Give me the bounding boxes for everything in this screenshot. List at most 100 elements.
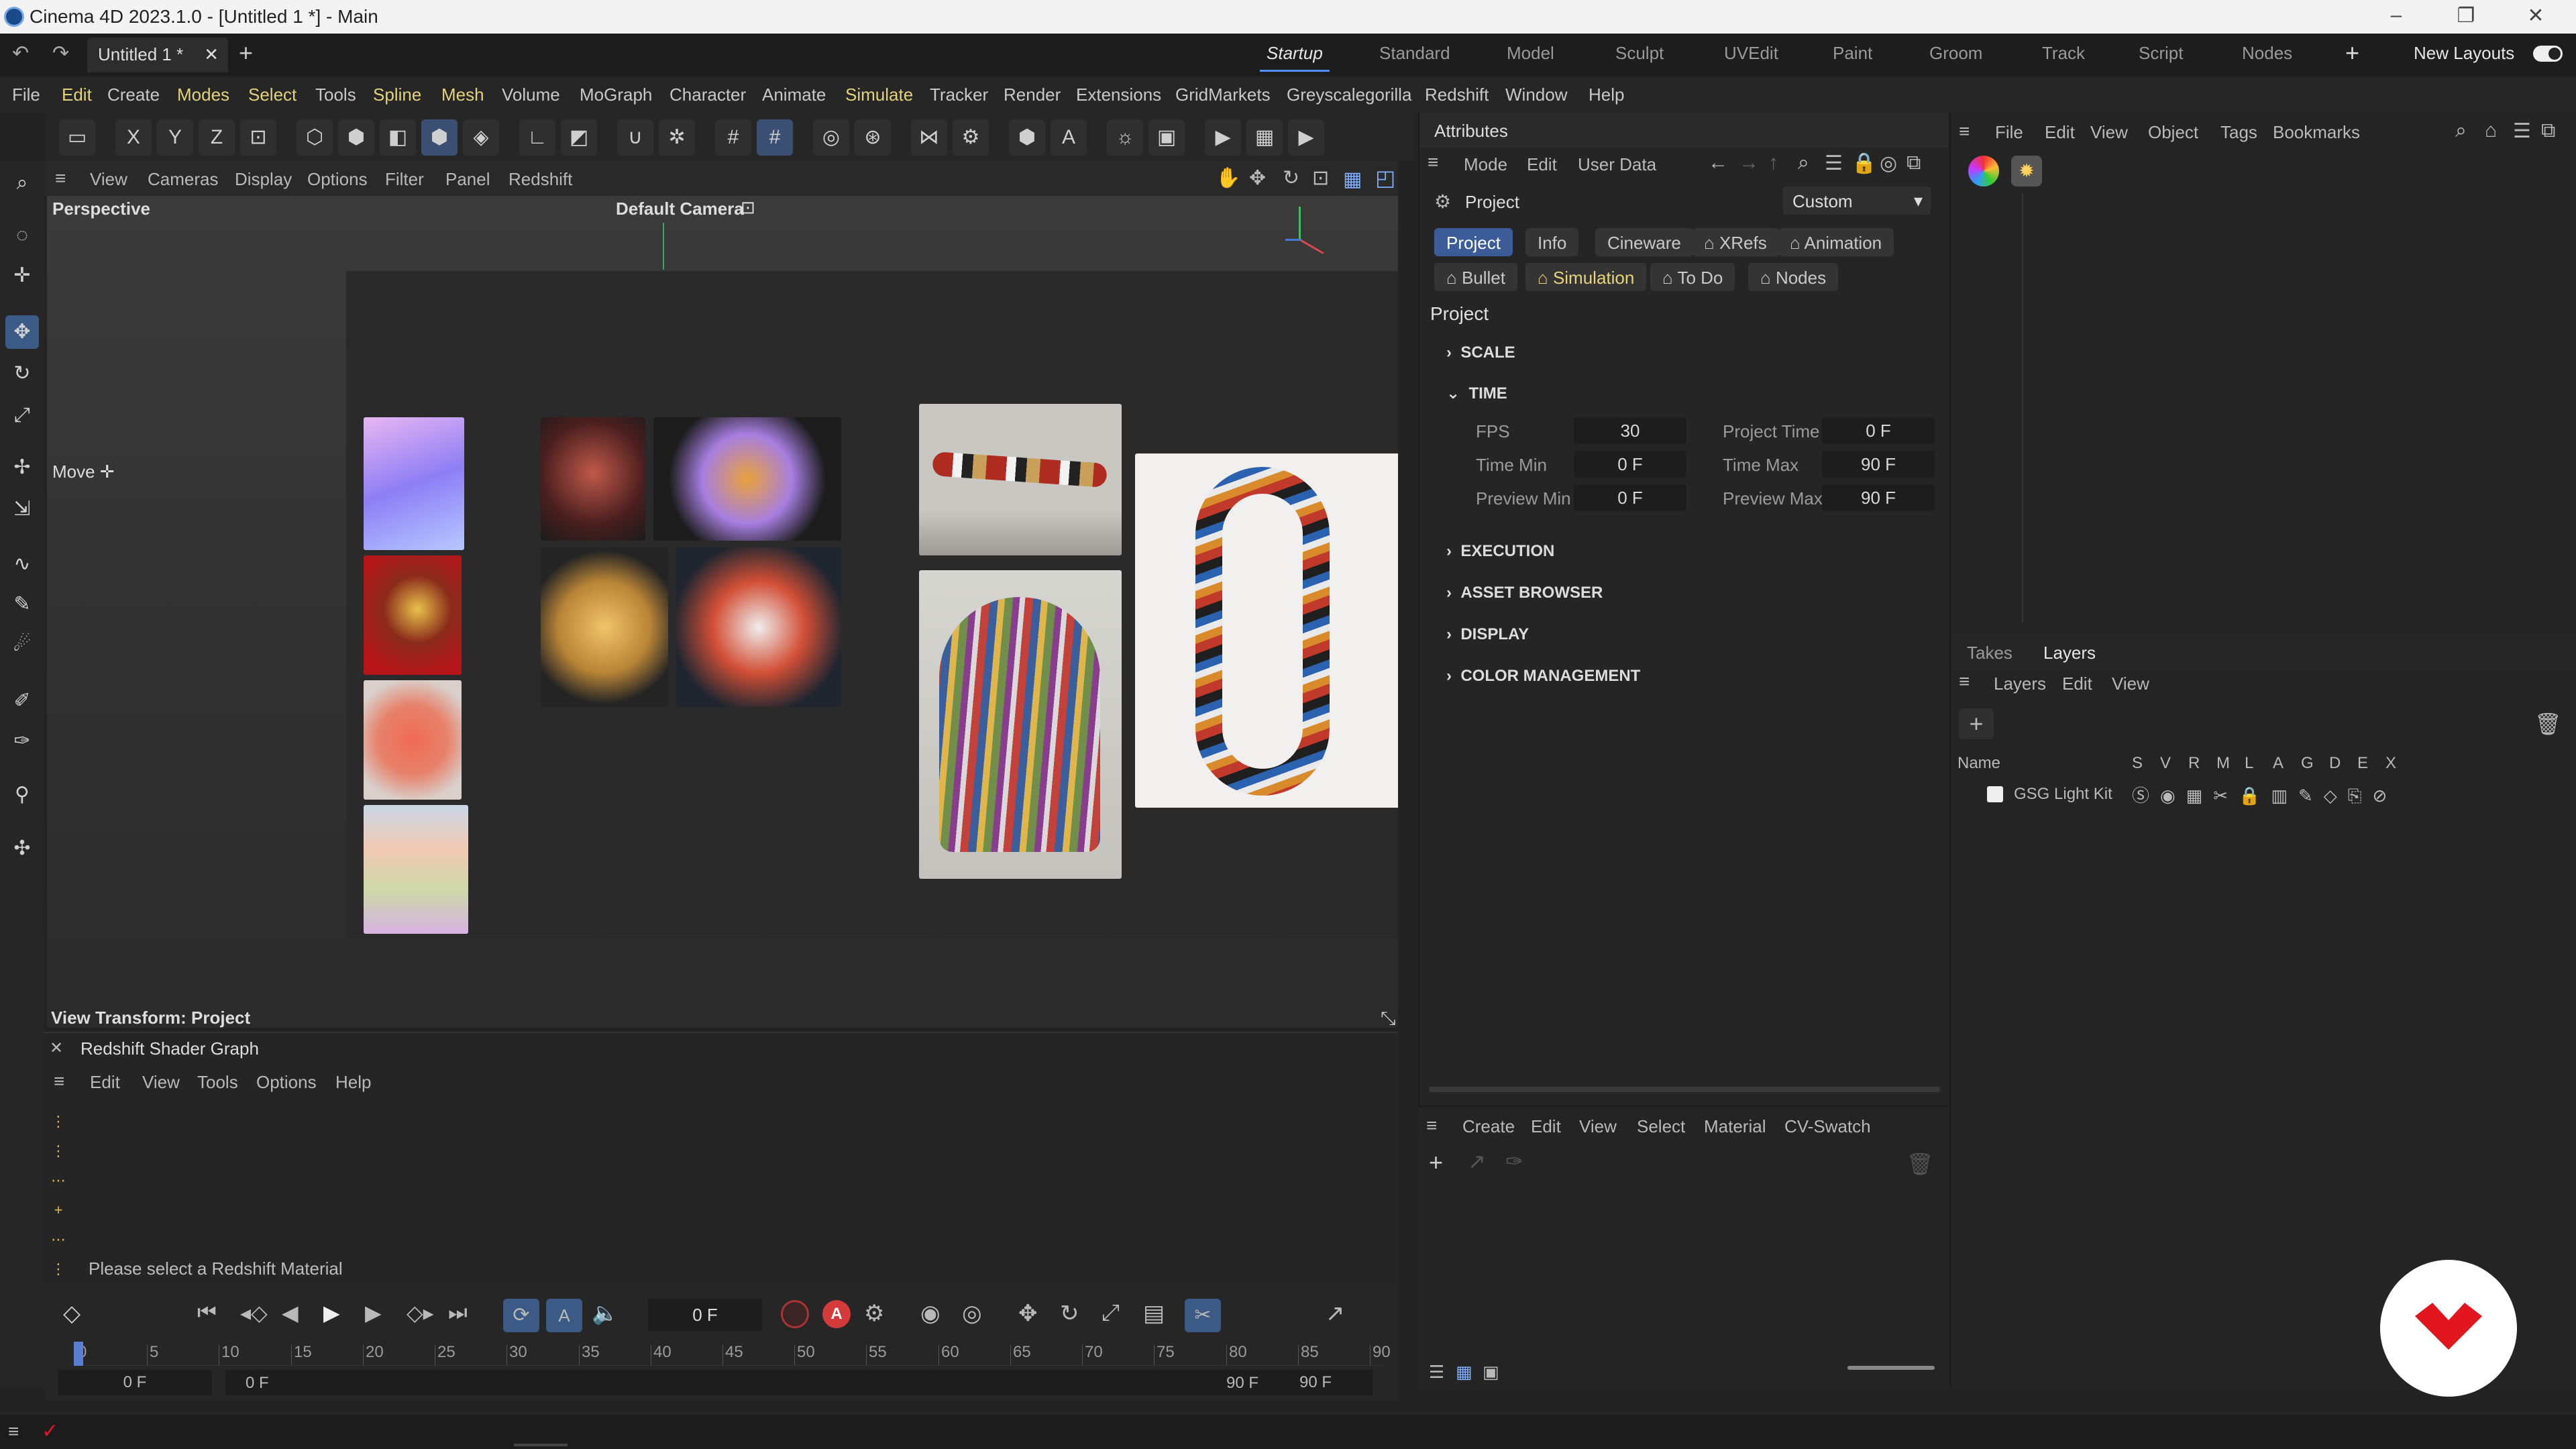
menu-render[interactable]: Render: [1004, 85, 1061, 105]
preview-range-icon[interactable]: A: [546, 1299, 582, 1332]
fps-field[interactable]: 30: [1574, 417, 1686, 444]
tab-standard[interactable]: Standard: [1379, 43, 1450, 64]
viewport-menu-icon[interactable]: ≡: [55, 168, 66, 189]
delete-material-icon[interactable]: 🗑: [1907, 1151, 1934, 1177]
param-key-icon[interactable]: ▤: [1143, 1300, 1165, 1327]
photo-pastel-stack[interactable]: [364, 805, 468, 934]
photo-pastel-sculpture[interactable]: [364, 417, 464, 550]
viewport[interactable]: Perspective Default Camera ⊡ Move ✛ View…: [47, 196, 1398, 1028]
preview-max-field[interactable]: 90 F: [1822, 484, 1935, 511]
obj-search-icon[interactable]: ⌕: [2455, 119, 2467, 142]
mat-menu-edit[interactable]: Edit: [1531, 1116, 1561, 1137]
section-execution[interactable]: › EXECUTION: [1446, 542, 1554, 561]
timeline-end-field[interactable]: 90 F: [1258, 1370, 1373, 1395]
shader-menu-tools[interactable]: Tools: [197, 1072, 238, 1093]
attr-menu-edit[interactable]: Edit: [1527, 154, 1557, 175]
record-position-icon[interactable]: ◎: [962, 1300, 982, 1327]
photo-crochet-wall[interactable]: [919, 404, 1122, 555]
obj-menu-object[interactable]: Object: [2148, 122, 2198, 143]
photo-red-glass[interactable]: [364, 555, 462, 675]
camera-label[interactable]: Default Camera: [616, 199, 744, 219]
menu-extensions[interactable]: Extensions: [1076, 85, 1161, 105]
tab-groom[interactable]: Groom: [1929, 43, 1982, 64]
tab-paint[interactable]: Paint: [1833, 43, 1872, 64]
large-view-icon[interactable]: ▣: [1483, 1362, 1499, 1383]
tab-cineware[interactable]: Cineware: [1595, 228, 1693, 256]
layers-menu-view[interactable]: View: [2112, 674, 2149, 694]
back-icon[interactable]: ←: [1708, 152, 1728, 174]
cloner-icon[interactable]: ⊛: [855, 119, 891, 156]
symmetry-icon[interactable]: ⋈: [911, 119, 947, 156]
pan-icon[interactable]: ✋: [1216, 166, 1240, 190]
menu-volume[interactable]: Volume: [502, 85, 560, 105]
new-window-icon[interactable]: ⧉: [1907, 152, 1921, 174]
position-key-icon[interactable]: ✥: [1018, 1300, 1038, 1327]
attr-menu-userdata[interactable]: User Data: [1578, 154, 1656, 175]
select-tool-icon[interactable]: ◌: [5, 219, 39, 252]
preset-dropdown[interactable]: Custom ▾: [1783, 186, 1931, 215]
vp-menu-options[interactable]: Options: [307, 169, 368, 190]
model-mode-icon[interactable]: ⬢: [421, 119, 458, 156]
photo-knotted-sculpture[interactable]: [1135, 453, 1398, 808]
timeline-graph-icon[interactable]: ↗: [1326, 1300, 1345, 1327]
section-display[interactable]: › DISPLAY: [1446, 625, 1529, 644]
menu-help[interactable]: Help: [1589, 85, 1624, 105]
magnet-icon[interactable]: ∪: [617, 119, 653, 156]
delete-layer-icon[interactable]: 🗑: [2534, 711, 2562, 737]
menu-mesh[interactable]: Mesh: [441, 85, 484, 105]
placement-tool-icon[interactable]: ⇲: [5, 492, 39, 526]
resize-handle-icon[interactable]: ⤡: [1381, 1008, 1395, 1028]
axis-y-icon[interactable]: Y: [157, 119, 193, 156]
vp-menu-display[interactable]: Display: [235, 169, 292, 190]
spline-pen-icon[interactable]: ∿: [5, 547, 39, 581]
layers-menu-edit[interactable]: Edit: [2062, 674, 2092, 694]
camera-icon-small[interactable]: ⊡: [741, 197, 755, 218]
tab-nodes-attr[interactable]: ⌂ Nodes: [1748, 263, 1839, 291]
viewport-square-icon[interactable]: ◰: [1375, 165, 1395, 191]
layout-view-icon[interactable]: ▦: [1343, 168, 1362, 191]
tab-nodes[interactable]: Nodes: [2242, 43, 2292, 64]
current-frame-field[interactable]: 0 F: [648, 1299, 762, 1331]
preview-min-field[interactable]: 0 F: [1574, 484, 1686, 511]
move-tool-icon[interactable]: ✥: [5, 315, 39, 349]
rotation-key-icon[interactable]: ↻: [1060, 1300, 1079, 1327]
vp-menu-cameras[interactable]: Cameras: [148, 169, 218, 190]
maximize-view-icon[interactable]: ⊡: [1312, 166, 1329, 190]
next-key-icon[interactable]: ◇▸: [407, 1300, 434, 1326]
obj-menu-file[interactable]: File: [1995, 122, 2023, 143]
mat-menu-view[interactable]: View: [1579, 1116, 1617, 1137]
menu-greyscalegorilla[interactable]: Greyscalegorilla: [1287, 85, 1411, 105]
layer-name[interactable]: GSG Light Kit: [2014, 785, 2112, 804]
apply-material-icon[interactable]: ↗: [1468, 1148, 1486, 1174]
layers-menu-layers[interactable]: Layers: [1994, 674, 2046, 694]
mat-menu-material[interactable]: Material: [1704, 1116, 1766, 1137]
menu-tracker[interactable]: Tracker: [930, 85, 988, 105]
shader-menu-view[interactable]: View: [142, 1072, 180, 1093]
tab-sculpt[interactable]: Sculpt: [1615, 43, 1664, 64]
dolly-icon[interactable]: ✥: [1249, 166, 1266, 190]
attr-scrollbar[interactable]: [1429, 1087, 1940, 1092]
render-settings-icon[interactable]: ▶: [1288, 119, 1324, 156]
thumbnail-size-slider[interactable]: [1847, 1366, 1935, 1370]
autokey-icon[interactable]: A: [822, 1300, 851, 1328]
close-icon[interactable]: ✕: [2522, 4, 2549, 28]
layer-flag-icons[interactable]: Ⓢ◉▦✂🔒▥✎◇⎘⊘: [2132, 782, 2398, 807]
next-frame-icon[interactable]: ▶: [365, 1300, 382, 1326]
deformer-icon[interactable]: ⚙: [953, 119, 989, 156]
obj-menu-bookmarks[interactable]: Bookmarks: [2273, 122, 2360, 143]
menu-mograph[interactable]: MoGraph: [580, 85, 652, 105]
tab-layers[interactable]: Layers: [2043, 643, 2096, 663]
point-level-icon[interactable]: ✂: [1185, 1299, 1221, 1332]
section-color-management[interactable]: › COLOR MANAGEMENT: [1446, 667, 1640, 686]
section-scale[interactable]: › SCALE: [1446, 343, 1515, 362]
grid-icon[interactable]: #: [715, 119, 751, 156]
tab-startup[interactable]: Startup: [1260, 43, 1330, 72]
shader-menu-edit[interactable]: Edit: [90, 1072, 120, 1093]
mat-menu-create[interactable]: Create: [1462, 1116, 1515, 1137]
prev-frame-icon[interactable]: ◀: [282, 1300, 299, 1326]
menu-modes[interactable]: Modes: [177, 85, 229, 105]
measure-tool-icon[interactable]: ✑: [5, 724, 39, 758]
obj-filter-icon[interactable]: ☰: [2513, 119, 2531, 143]
texture-mode-icon[interactable]: ◈: [463, 119, 499, 156]
time-max-field[interactable]: 90 F: [1822, 451, 1935, 478]
